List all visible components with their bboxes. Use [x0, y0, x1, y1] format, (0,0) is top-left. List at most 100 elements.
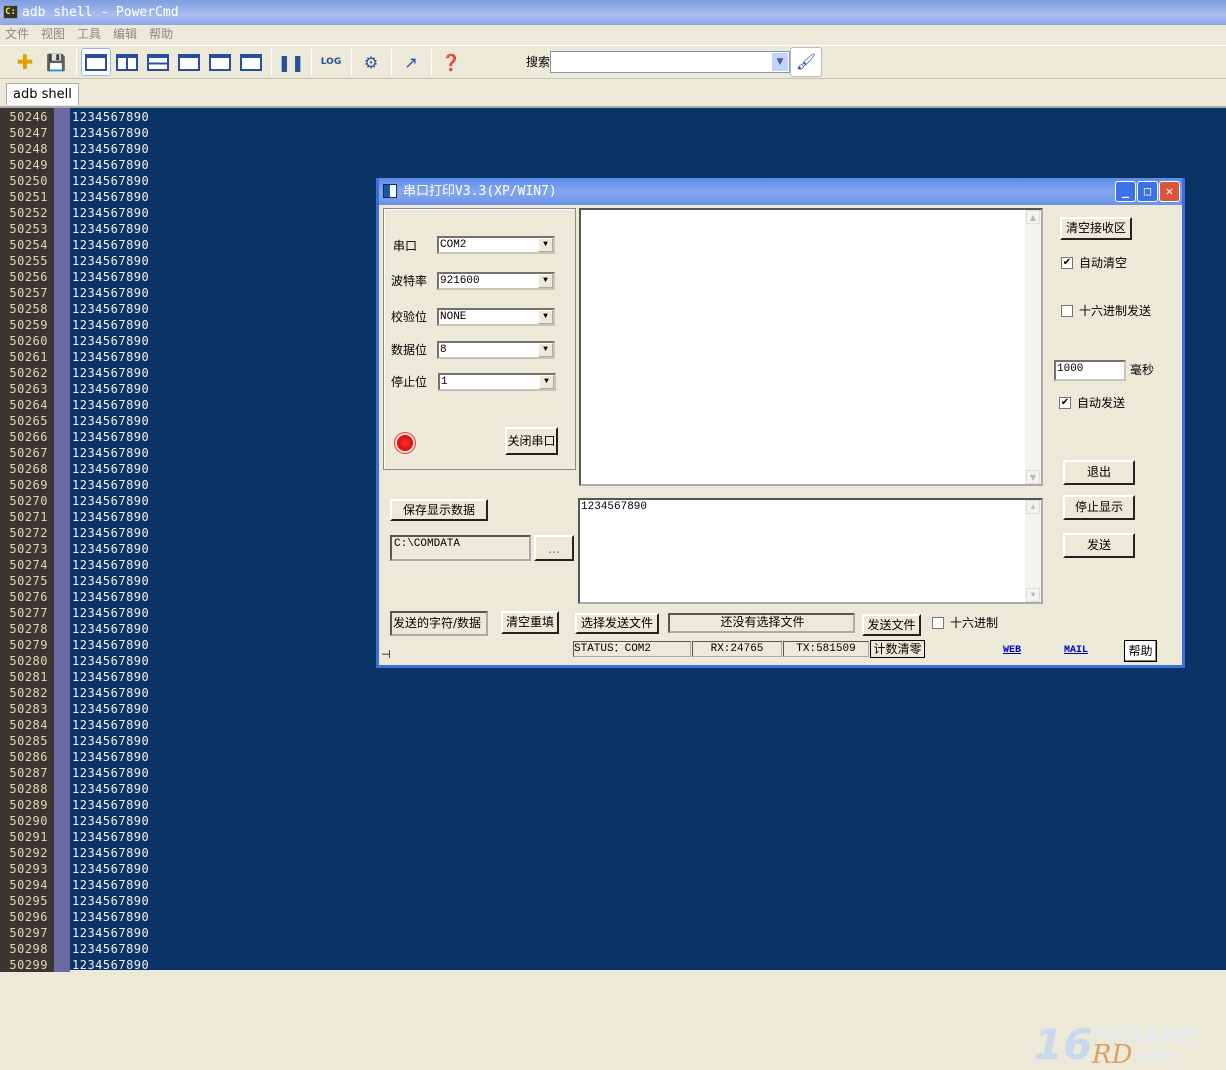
app-icon: C: [3, 5, 18, 19]
save-data-button[interactable]: 保存显示数据 [390, 499, 488, 521]
line-number: 50261 [9, 350, 48, 364]
scroll-down-icon[interactable]: ▼ [1026, 470, 1040, 484]
layout-hsplit-button[interactable] [143, 48, 173, 76]
terminal-line: 1234567890 [72, 894, 150, 908]
pin-icon[interactable]: ⊣ [381, 648, 391, 661]
gears-icon: ⚙ [363, 52, 379, 72]
scroll-up-icon[interactable]: ▲ [1026, 210, 1040, 224]
line-number: 50275 [9, 574, 48, 588]
clear-receive-button[interactable]: 清空接收区 [1060, 217, 1132, 240]
terminal-line: 1234567890 [72, 766, 150, 780]
baud-select[interactable]: 921600 ▼ [437, 272, 555, 290]
rx-count: RX:24765 [692, 641, 782, 657]
external-window-button[interactable]: ↗ [396, 48, 426, 76]
terminal-line: 1234567890 [72, 846, 150, 860]
interval-value: 1000 [1057, 363, 1084, 375]
save-button[interactable]: 💾 [41, 48, 71, 76]
receive-scrollbar[interactable]: ▲ ▼ [1025, 210, 1041, 484]
layout-three-button[interactable] [174, 48, 204, 76]
send-button[interactable]: 发送 [1063, 533, 1135, 558]
browse-button[interactable]: ... [534, 535, 574, 561]
hex-checkbox[interactable] [932, 617, 944, 629]
line-number: 50251 [9, 190, 48, 204]
window-title: adb shell - PowerCmd [22, 5, 179, 20]
choose-file-button[interactable]: 选择发送文件 [575, 613, 659, 634]
menu-view[interactable]: 视图 [41, 25, 65, 44]
layout-grid-button[interactable] [236, 48, 266, 76]
chevron-down-icon[interactable]: ▼ [538, 274, 553, 288]
exit-button[interactable]: 退出 [1063, 460, 1135, 485]
terminal-line: 1234567890 [72, 750, 150, 764]
chevron-down-icon[interactable]: ▼ [538, 310, 553, 324]
menu-tools[interactable]: 工具 [77, 25, 101, 44]
line-number: 50295 [9, 894, 48, 908]
menu-file[interactable]: 文件 [5, 25, 29, 44]
line-number: 50269 [9, 478, 48, 492]
menu-help[interactable]: 帮助 [149, 25, 173, 44]
stopbits-label: 停止位 [391, 375, 428, 389]
terminal-line: 1234567890 [72, 270, 150, 284]
search-input[interactable]: ▼ [550, 51, 790, 73]
help-dialog-button[interactable]: 帮助 [1124, 640, 1157, 662]
terminal-line: 1234567890 [72, 830, 150, 844]
line-number: 50277 [9, 606, 48, 620]
stopbits-value: 1 [441, 376, 448, 388]
terminal-line: 1234567890 [72, 174, 150, 188]
scroll-up-icon[interactable]: ▲ [1026, 500, 1040, 514]
line-number: 50271 [9, 510, 48, 524]
save-path-field[interactable]: C:\COMDATA [390, 535, 531, 561]
menu-bar: 文件 视图 工具 编辑 帮助 [0, 25, 1226, 44]
port-select[interactable]: COM2 ▼ [437, 236, 555, 254]
clear-refill-button[interactable]: 清空重填 [501, 611, 559, 634]
divider [271, 49, 272, 75]
auto-send-checkbox[interactable]: ✔ [1059, 397, 1071, 409]
layout-vsplit-button[interactable] [112, 48, 142, 76]
log-icon: LOG [320, 57, 342, 67]
send-scrollbar[interactable]: ▲ ▼ [1025, 500, 1041, 602]
databits-select[interactable]: 8 ▼ [437, 341, 555, 359]
line-number: 50246 [9, 110, 48, 124]
auto-clear-checkbox[interactable]: ✔ [1061, 257, 1073, 269]
web-link[interactable]: WEB [1003, 645, 1021, 656]
terminal-line: 1234567890 [72, 350, 150, 364]
log-button[interactable]: LOG [316, 48, 346, 76]
send-file-button[interactable]: 发送文件 [862, 614, 921, 636]
hex-send-checkbox[interactable] [1061, 305, 1073, 317]
stopbits-select[interactable]: 1 ▼ [438, 373, 556, 391]
mail-link[interactable]: MAIL [1064, 645, 1088, 656]
chevron-down-icon[interactable]: ▼ [772, 53, 788, 71]
close-port-button[interactable]: 关闭串口 [505, 427, 558, 455]
terminal-line: 1234567890 [72, 366, 150, 380]
chevron-down-icon[interactable]: ▼ [538, 343, 553, 357]
interval-input[interactable]: 1000 [1054, 360, 1126, 381]
settings-button[interactable]: ⚙ [356, 48, 386, 76]
parity-select[interactable]: NONE ▼ [437, 308, 555, 326]
terminal-line: 1234567890 [72, 654, 150, 668]
logo-number: 16 [1034, 1020, 1093, 1069]
terminal-line: 1234567890 [72, 686, 150, 700]
line-number: 50263 [9, 382, 48, 396]
minimize-button[interactable]: _ [1115, 181, 1136, 202]
maximize-button[interactable]: □ [1137, 181, 1158, 202]
send-area[interactable]: 1234567890 ▲ ▼ [578, 498, 1043, 604]
menu-edit[interactable]: 编辑 [113, 25, 137, 44]
chevron-down-icon[interactable]: ▼ [539, 375, 554, 389]
receive-area[interactable]: ▲ ▼ [579, 208, 1043, 486]
terminal-line: 1234567890 [72, 590, 150, 604]
chevron-down-icon[interactable]: ▼ [538, 238, 553, 252]
pause-button[interactable]: ❚❚ [276, 48, 306, 76]
tab-adb-shell[interactable]: adb shell [6, 83, 79, 105]
scroll-down-icon[interactable]: ▼ [1026, 588, 1040, 602]
layout-single-button[interactable] [81, 48, 111, 76]
close-button[interactable]: ✕ [1159, 181, 1180, 202]
terminal-line: 1234567890 [72, 734, 150, 748]
line-number: 50254 [9, 238, 48, 252]
line-number: 50252 [9, 206, 48, 220]
help-button[interactable]: ❓ [436, 48, 466, 76]
reset-count-button[interactable]: 计数清零 [870, 640, 925, 658]
layout-columns-button[interactable] [205, 48, 235, 76]
new-console-button[interactable]: ✚ [10, 48, 40, 76]
clear-brush-button[interactable]: 🖌 [790, 47, 822, 77]
stop-display-button[interactable]: 停止显示 [1063, 495, 1135, 520]
line-number: 50297 [9, 926, 48, 940]
